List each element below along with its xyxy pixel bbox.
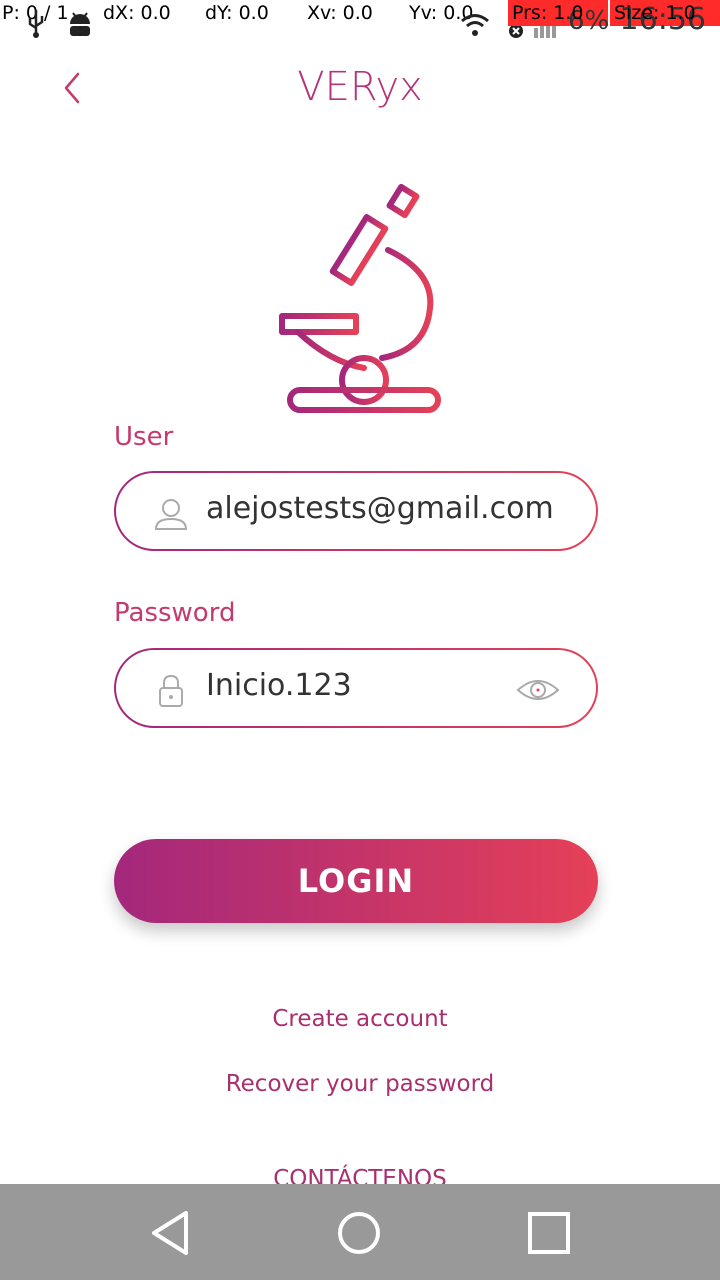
login-button[interactable]: LOGIN — [114, 839, 598, 923]
password-field[interactable]: Inicio.123 — [114, 648, 598, 728]
home-circle-icon[interactable] — [334, 1208, 384, 1258]
user-icon — [154, 499, 188, 530]
debug-dy: dY: 0.0 — [205, 2, 269, 24]
usb-icon — [28, 10, 44, 38]
lock-icon — [159, 674, 183, 707]
recover-password-link[interactable]: Recover your password — [0, 1071, 720, 1097]
status-bar: P: 0 / 1 dX: 0.0 dY: 0.0 Xv: 0.0 Yv: 0.0… — [0, 0, 720, 40]
debug-pressure: Prs: 1.0 — [512, 2, 584, 24]
debug-dx: dX: 0.0 — [103, 2, 171, 24]
page-title: VERyx — [297, 64, 423, 110]
navigation-bar — [0, 1184, 720, 1280]
user-field[interactable]: alejostests@gmail.com — [114, 471, 598, 551]
android-debug-icon — [70, 12, 90, 36]
create-account-link[interactable]: Create account — [0, 1006, 720, 1032]
password-input-value[interactable]: Inicio.123 — [206, 668, 352, 703]
user-input-value[interactable]: alejostests@gmail.com — [206, 491, 554, 526]
debug-xv: Xv: 0.0 — [307, 2, 373, 24]
user-label: User — [114, 422, 174, 452]
wifi-icon — [461, 14, 489, 36]
microscope-icon — [279, 183, 441, 413]
debug-size: Size: 1.0 — [614, 2, 696, 24]
back-triangle-icon[interactable] — [146, 1208, 196, 1258]
eye-icon[interactable] — [516, 676, 560, 704]
recents-square-icon[interactable] — [524, 1208, 574, 1258]
password-label: Password — [114, 598, 236, 628]
